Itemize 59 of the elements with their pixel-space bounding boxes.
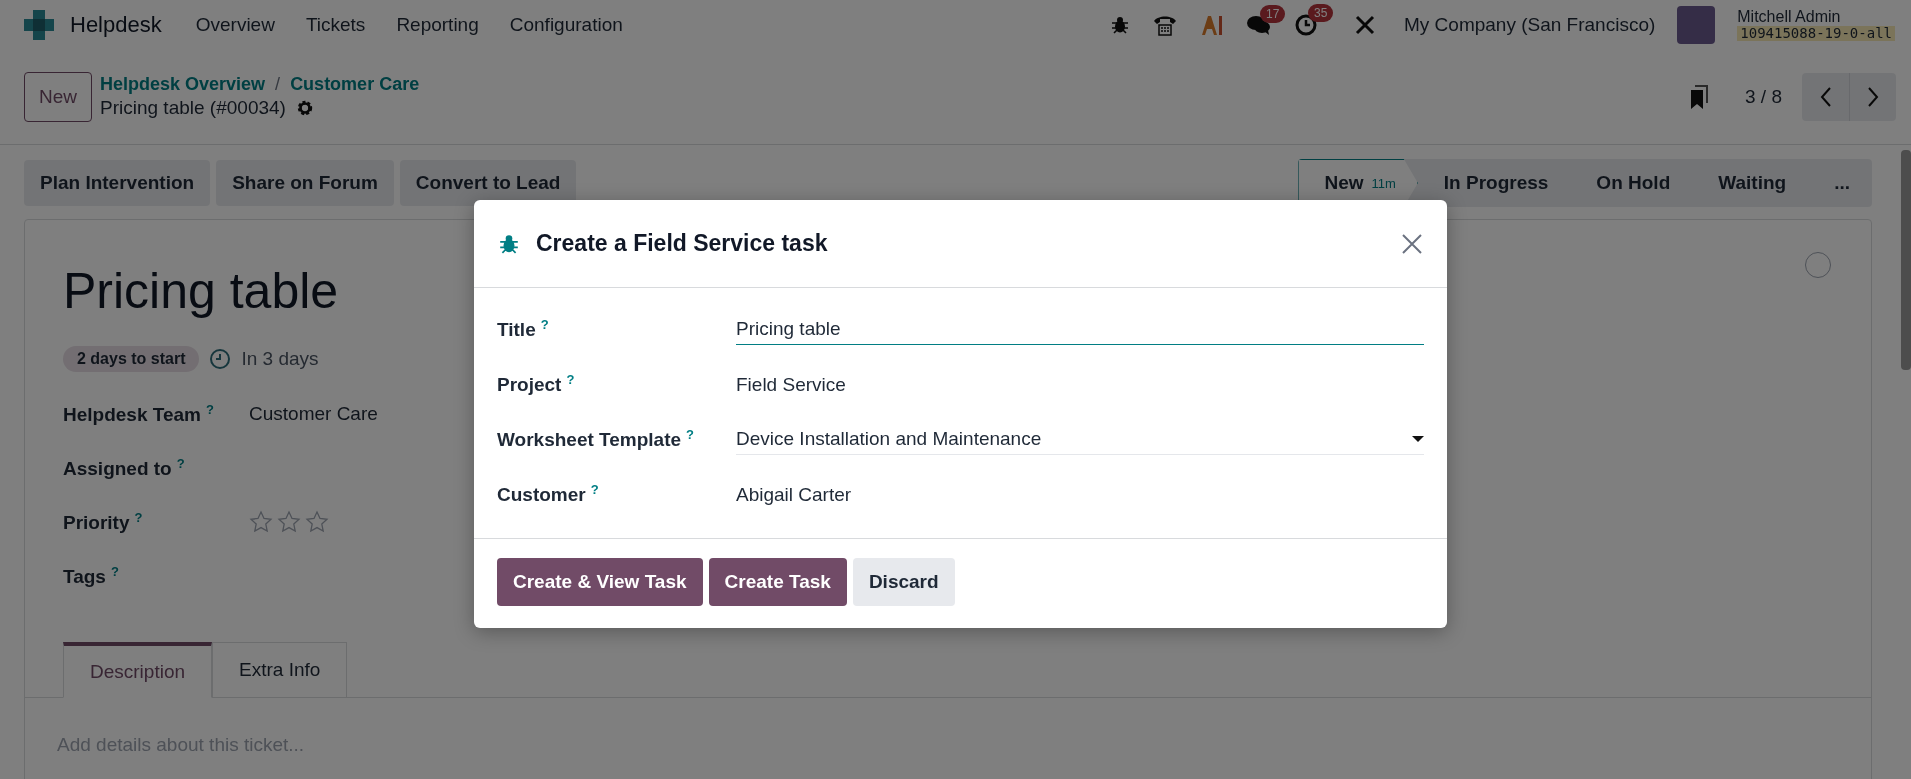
breadcrumb-link[interactable]: Customer Care [290, 74, 420, 95]
field-label: Project $^{?}$ [497, 372, 576, 397]
star-icon[interactable] [277, 510, 301, 534]
chevron-left-icon [1818, 85, 1833, 108]
chevron-right-icon [1866, 85, 1880, 108]
deadline-badge: 2 days to start [63, 346, 200, 372]
star-icon[interactable] [305, 510, 329, 534]
app-name[interactable]: Helpdesk [70, 11, 162, 38]
select-field[interactable]: Device Installation and Maintenance [736, 424, 1424, 455]
bug-icon[interactable] [1110, 14, 1130, 35]
dialog-title: Create a Field Service task [536, 230, 828, 257]
gear-icon[interactable] [295, 99, 314, 117]
menu-item[interactable]: Overview [195, 13, 275, 36]
field-label: Helpdesk Team $^{?}$ [63, 401, 215, 427]
new-button[interactable]: New [24, 71, 92, 122]
scrollbar[interactable] [1901, 150, 1911, 370]
notification-count: 17 [1260, 4, 1286, 23]
stage-button[interactable]: In Progress [1417, 159, 1571, 207]
tab[interactable]: Description [63, 642, 213, 698]
menu-item[interactable]: Reporting [396, 13, 479, 36]
app-logo-icon[interactable] [22, 7, 56, 42]
record-name: Pricing table (#00034) [100, 97, 286, 119]
star-icon[interactable] [249, 510, 273, 534]
dialog-button[interactable]: Create & View Task [497, 558, 703, 606]
menu-item[interactable]: Tickets [305, 13, 366, 36]
user-name[interactable]: Mitchell Admin [1737, 8, 1895, 26]
activity-count: 35 [1308, 3, 1334, 22]
user-avatar[interactable] [1677, 5, 1716, 44]
field-label: Title $^{?}$ [497, 317, 550, 342]
menu-item[interactable]: Configuration [509, 13, 623, 36]
dialog-button[interactable]: Create Task [708, 558, 847, 606]
field-label: Priority $^{?}$ [63, 509, 144, 535]
breadcrumb-separator: / [275, 74, 281, 95]
stage-button[interactable]: On Hold [1570, 159, 1693, 207]
field-value[interactable]: Abigail Carter [736, 483, 1424, 506]
dialog-button[interactable]: Discard [852, 558, 955, 606]
ai-icon[interactable] [1200, 13, 1224, 36]
clock-icon [209, 348, 232, 370]
action-button[interactable]: Plan Intervention [24, 160, 211, 206]
database-name: 109415088-19-0-all [1737, 25, 1895, 41]
action-button[interactable]: Share on Forum [216, 160, 394, 206]
due-date: In 3 days [241, 348, 319, 370]
bug-icon[interactable] [498, 232, 520, 255]
field-label: Worksheet Template $^{?}$ [497, 427, 696, 452]
breadcrumb-link[interactable]: Helpdesk Overview [100, 74, 266, 95]
close-icon [1401, 232, 1423, 255]
stage-button[interactable]: Waiting [1692, 159, 1809, 207]
ticket-title: Pricing table [63, 262, 339, 320]
caret-icon [1412, 435, 1424, 443]
field-value[interactable]: Field Service [736, 373, 1424, 396]
bookmark-icon[interactable] [1689, 83, 1709, 110]
company-switcher[interactable]: My Company (San Francisco) [1404, 13, 1656, 36]
field-label: Assigned to $^{?}$ [63, 455, 186, 481]
tab[interactable]: Extra Info [212, 642, 348, 698]
pager-value: 3 / 8 [1745, 85, 1782, 108]
action-button[interactable]: Convert to Lead [399, 160, 577, 206]
stage-button[interactable]: ... [1808, 159, 1872, 207]
field-label: Customer $^{?}$ [497, 482, 600, 507]
field-label: Tags $^{?}$ [63, 563, 120, 589]
